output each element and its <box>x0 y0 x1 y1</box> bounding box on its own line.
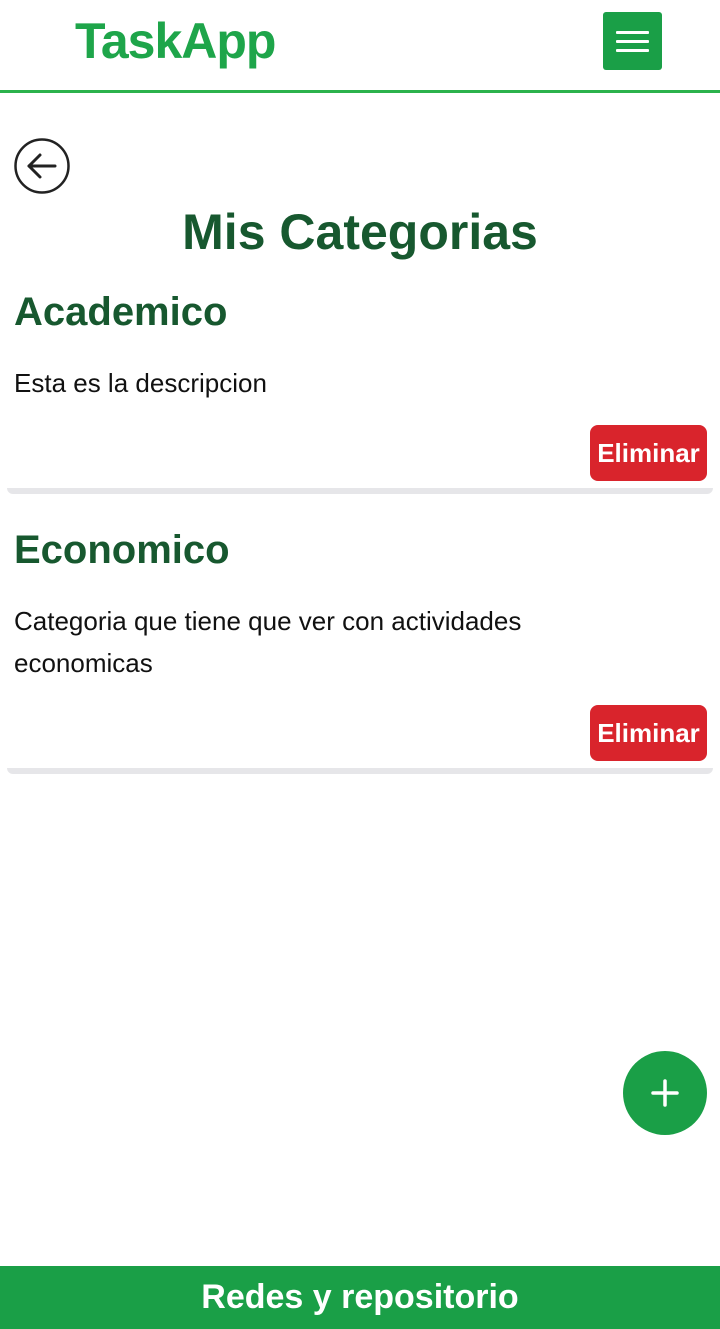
category-card: Economico Categoria que tiene que ver co… <box>7 518 713 774</box>
add-category-button[interactable] <box>623 1051 707 1135</box>
category-card: Academico Esta es la descripcion Elimina… <box>7 280 713 494</box>
hamburger-menu-icon-bar <box>616 48 649 52</box>
category-description: Esta es la descripcion <box>14 368 267 398</box>
social-repository-link[interactable]: Redes y repositorio <box>201 1278 518 1317</box>
footer: Redes y repositorio <box>0 1266 720 1329</box>
page: TaskApp Mis Categorias Academico Esta es… <box>0 0 720 1329</box>
menu-toggle-button[interactable] <box>603 12 662 70</box>
brand-logo[interactable]: TaskApp <box>75 10 276 72</box>
plus-icon <box>651 1079 679 1107</box>
arrow-left-circle-icon <box>14 138 70 194</box>
delete-category-button[interactable]: Eliminar <box>590 425 707 481</box>
hamburger-menu-icon <box>616 30 649 34</box>
top-navbar: TaskApp <box>0 0 720 93</box>
back-button[interactable] <box>14 138 70 194</box>
page-title: Mis Categorias <box>182 204 538 260</box>
hamburger-menu-icon-bar <box>616 39 649 43</box>
delete-category-button[interactable]: Eliminar <box>590 705 707 761</box>
category-name: Economico <box>14 528 230 572</box>
category-description: Categoria que tiene que ver con activida… <box>14 606 522 678</box>
category-name: Academico <box>14 290 228 334</box>
